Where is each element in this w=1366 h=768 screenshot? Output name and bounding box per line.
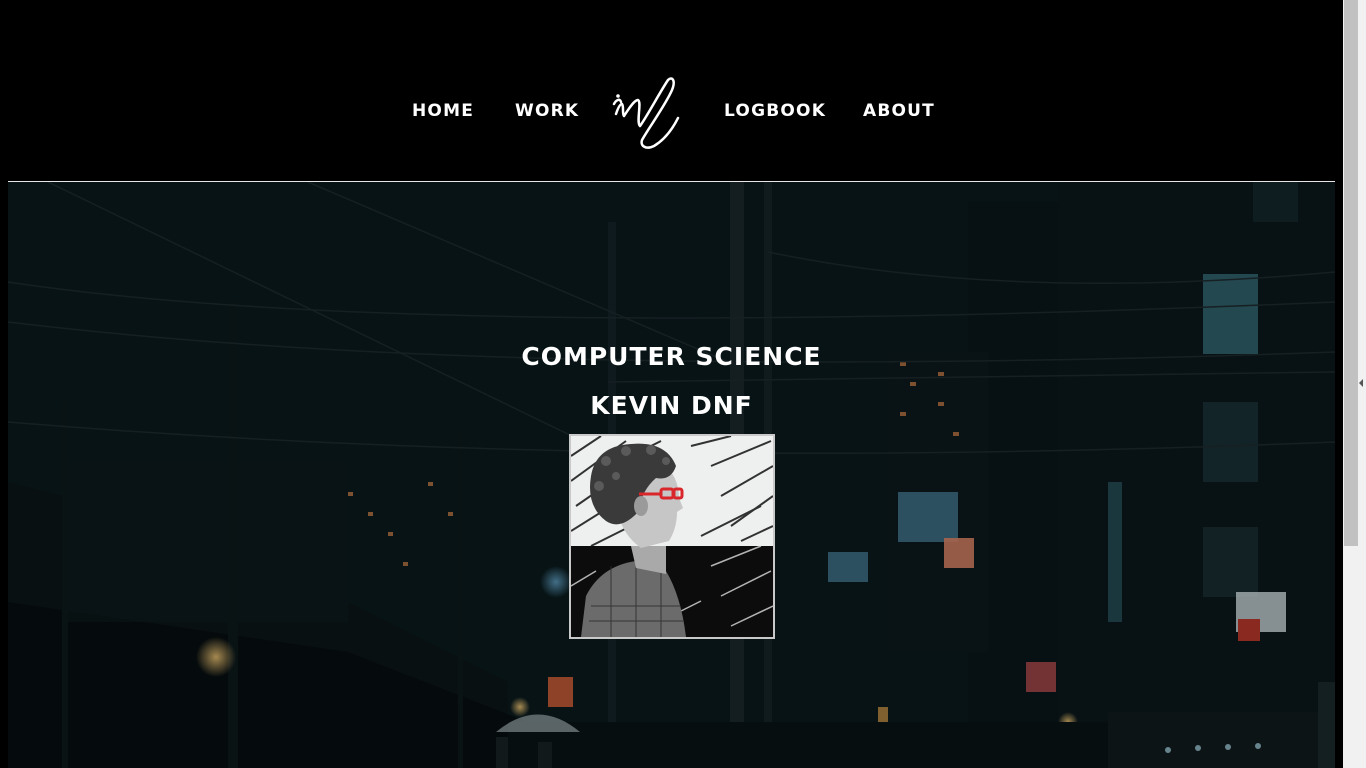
portrait-image [569,434,775,639]
nav-work-link[interactable]: WORK [515,101,579,121]
hero-name: KEVIN DNF [590,391,753,420]
hero-section: COMPUTER SCIENCE KEVIN DNF [8,182,1335,768]
collapse-arrow-icon[interactable] [1359,379,1363,387]
hero-title: COMPUTER SCIENCE [521,342,822,371]
site-header: HOME WORK LOGBOOK ABOUT [0,0,1343,181]
scrollbar-thumb[interactable] [1344,0,1358,546]
portrait-illustration [571,436,773,637]
signature-logo-icon[interactable] [606,74,686,154]
page: HOME WORK LOGBOOK ABOUT COMPUTER SCIENCE… [0,0,1366,768]
nav-about-link[interactable]: ABOUT [863,101,935,121]
main-nav: HOME WORK LOGBOOK ABOUT [0,0,1343,181]
hero-content: COMPUTER SCIENCE KEVIN DNF [8,182,1335,768]
signature-logo-graphic [612,77,680,149]
nav-logbook-link[interactable]: LOGBOOK [724,101,826,121]
nav-home-link[interactable]: HOME [412,101,474,121]
